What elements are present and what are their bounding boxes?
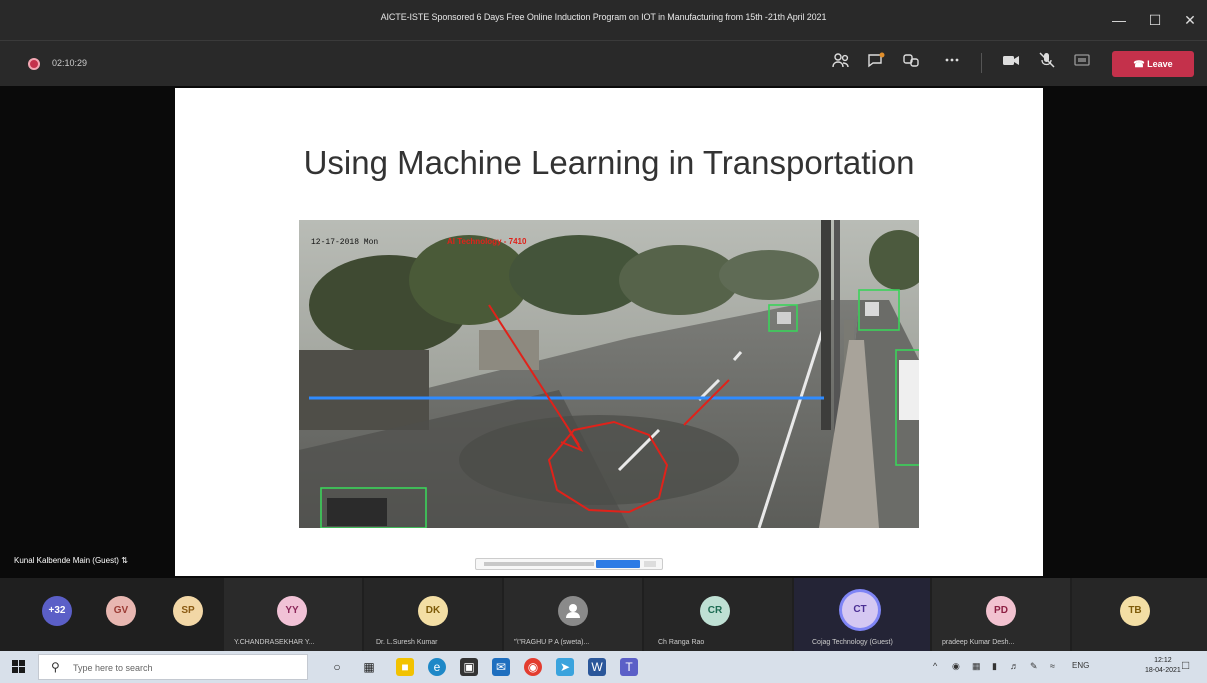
windows-start-icon[interactable] — [12, 660, 26, 674]
recording-indicator-icon — [28, 58, 40, 70]
participant-tile[interactable]: "\"RAGHU P A (sweta)... — [504, 578, 642, 651]
participant-name: "\"RAGHU P A (sweta)... — [514, 639, 590, 646]
meeting-timer: 02:10:29 — [52, 58, 88, 68]
participant-tile[interactable]: DK Dr. L.Suresh Kumar — [364, 578, 502, 651]
participants-strip: +32 GV SP YY Y.CHANDRASEKHAR Y... DK Dr.… — [0, 578, 1207, 651]
participant-avatar-tb: TB — [1120, 596, 1150, 626]
leave-button[interactable]: ☎ Leave — [1112, 51, 1194, 77]
tray-pen-icon[interactable]: ✎ — [1030, 661, 1038, 672]
search-placeholder: Type here to search — [73, 663, 153, 673]
toolbar-divider — [981, 53, 982, 73]
participant-avatar-sp[interactable]: SP — [173, 596, 203, 626]
participant-name: Y.CHANDRASEKHAR Y... — [234, 639, 315, 646]
telegram-icon[interactable]: ➤ — [556, 658, 574, 676]
traffic-video-frame: 12-17-2018 Mon AI Technology - 7410 — [299, 220, 919, 528]
participant-name: Cojag Technology (Guest) — [812, 639, 893, 646]
overflow-participants-button[interactable]: +32 — [42, 596, 72, 626]
presentation-slide: Using Machine Learning in Transportation — [175, 88, 1043, 576]
participant-tile[interactable]: CR Ch Ranga Rao — [644, 578, 792, 651]
participant-avatar-dk: DK — [418, 596, 448, 626]
phone-hangup-icon: ☎ — [1133, 59, 1145, 69]
more-icon[interactable] — [940, 52, 964, 74]
mic-off-icon[interactable] — [1035, 52, 1059, 74]
tray-chevron-icon[interactable]: ^ — [933, 661, 937, 671]
reactions-icon[interactable] — [899, 52, 923, 74]
notification-dismiss-button[interactable] — [644, 561, 656, 567]
teams-icon[interactable]: T — [620, 658, 638, 676]
clock-time: 12:12 — [1154, 657, 1172, 664]
pin-icon: ⇅ — [121, 556, 128, 565]
slide-title: Using Machine Learning in Transportation — [303, 144, 915, 181]
participant-tile-active[interactable]: CT Cojag Technology (Guest) — [794, 578, 930, 651]
leave-label: Leave — [1147, 59, 1173, 69]
notification-text-placeholder — [484, 562, 594, 566]
participant-tile[interactable]: TB — [1072, 578, 1207, 651]
person-icon — [566, 604, 580, 618]
notification-action-button[interactable] — [596, 560, 640, 568]
participants-icon[interactable] — [829, 52, 853, 74]
maximize-button[interactable]: ☐ — [1142, 8, 1168, 32]
participant-tile[interactable]: YY Y.CHANDRASEKHAR Y... — [224, 578, 362, 651]
participant-name: Ch Ranga Rao — [658, 639, 705, 646]
window-title-bar: AICTE-ISTE Sponsored 6 Days Free Online … — [0, 0, 1207, 40]
participant-avatar-yy: YY — [277, 596, 307, 626]
minimize-button[interactable]: — — [1106, 8, 1132, 32]
tray-volume-icon[interactable]: ♬ — [1010, 661, 1019, 671]
chat-icon[interactable] — [864, 52, 888, 74]
participant-avatar-gv[interactable]: GV — [106, 596, 136, 626]
presenter-label: Kunal Kalbende Main (Guest) ⇅ — [14, 556, 128, 565]
video-timestamp: 12-17-2018 Mon — [311, 238, 378, 247]
file-explorer-icon[interactable]: ■ — [396, 658, 414, 676]
participant-name: pradeep Kumar Desh... — [942, 639, 1015, 646]
participant-avatar-generic — [558, 596, 588, 626]
taskbar-clock[interactable]: 12:12 18-04-2021 — [1145, 656, 1181, 676]
mail-icon[interactable]: ✉ — [492, 658, 510, 676]
shared-content-stage: Using Machine Learning in Transportation — [0, 86, 1207, 578]
cortana-icon[interactable]: ○ — [328, 658, 346, 676]
tray-app-icon[interactable]: ◉ — [952, 661, 960, 672]
participant-tile[interactable]: PD pradeep Kumar Desh... — [932, 578, 1070, 651]
participant-avatar-cr: CR — [700, 596, 730, 626]
close-button[interactable]: ✕ — [1177, 8, 1203, 32]
task-view-icon[interactable]: ▦ — [360, 658, 378, 676]
clock-date: 18-04-2021 — [1145, 667, 1181, 674]
participant-avatar-ct: CT — [842, 592, 878, 628]
slide-notification-bar — [475, 558, 663, 570]
window-title: AICTE-ISTE Sponsored 6 Days Free Online … — [380, 12, 827, 22]
notification-center-icon[interactable]: □ — [1182, 658, 1189, 672]
share-screen-icon[interactable] — [1070, 52, 1094, 74]
chrome-icon[interactable]: ◉ — [524, 658, 542, 676]
meeting-toolbar: 02:10:29 ☎ Leave — [0, 40, 1207, 86]
windows-taskbar: ⚲ Type here to search ○ ▦ ■ e ▣ ✉ ◉ ➤ W … — [0, 651, 1207, 683]
presenter-name: Kunal Kalbende Main (Guest) — [14, 556, 119, 565]
language-indicator[interactable]: ENG — [1072, 661, 1089, 670]
edge-icon[interactable]: e — [428, 658, 446, 676]
participant-name: Dr. L.Suresh Kumar — [376, 639, 438, 646]
store-icon[interactable]: ▣ — [460, 658, 478, 676]
tray-battery-icon[interactable]: ▮ — [992, 661, 997, 672]
tray-network-icon[interactable]: ▦ — [972, 661, 981, 672]
taskbar-search-input[interactable]: ⚲ Type here to search — [38, 654, 308, 680]
tray-wifi-icon[interactable]: ≈ — [1050, 661, 1055, 671]
camera-icon[interactable] — [999, 52, 1023, 74]
participant-avatar-pd: PD — [986, 596, 1016, 626]
video-overlay-text: AI Technology - 7410 — [447, 237, 527, 246]
search-icon: ⚲ — [51, 660, 60, 674]
word-icon[interactable]: W — [588, 658, 606, 676]
